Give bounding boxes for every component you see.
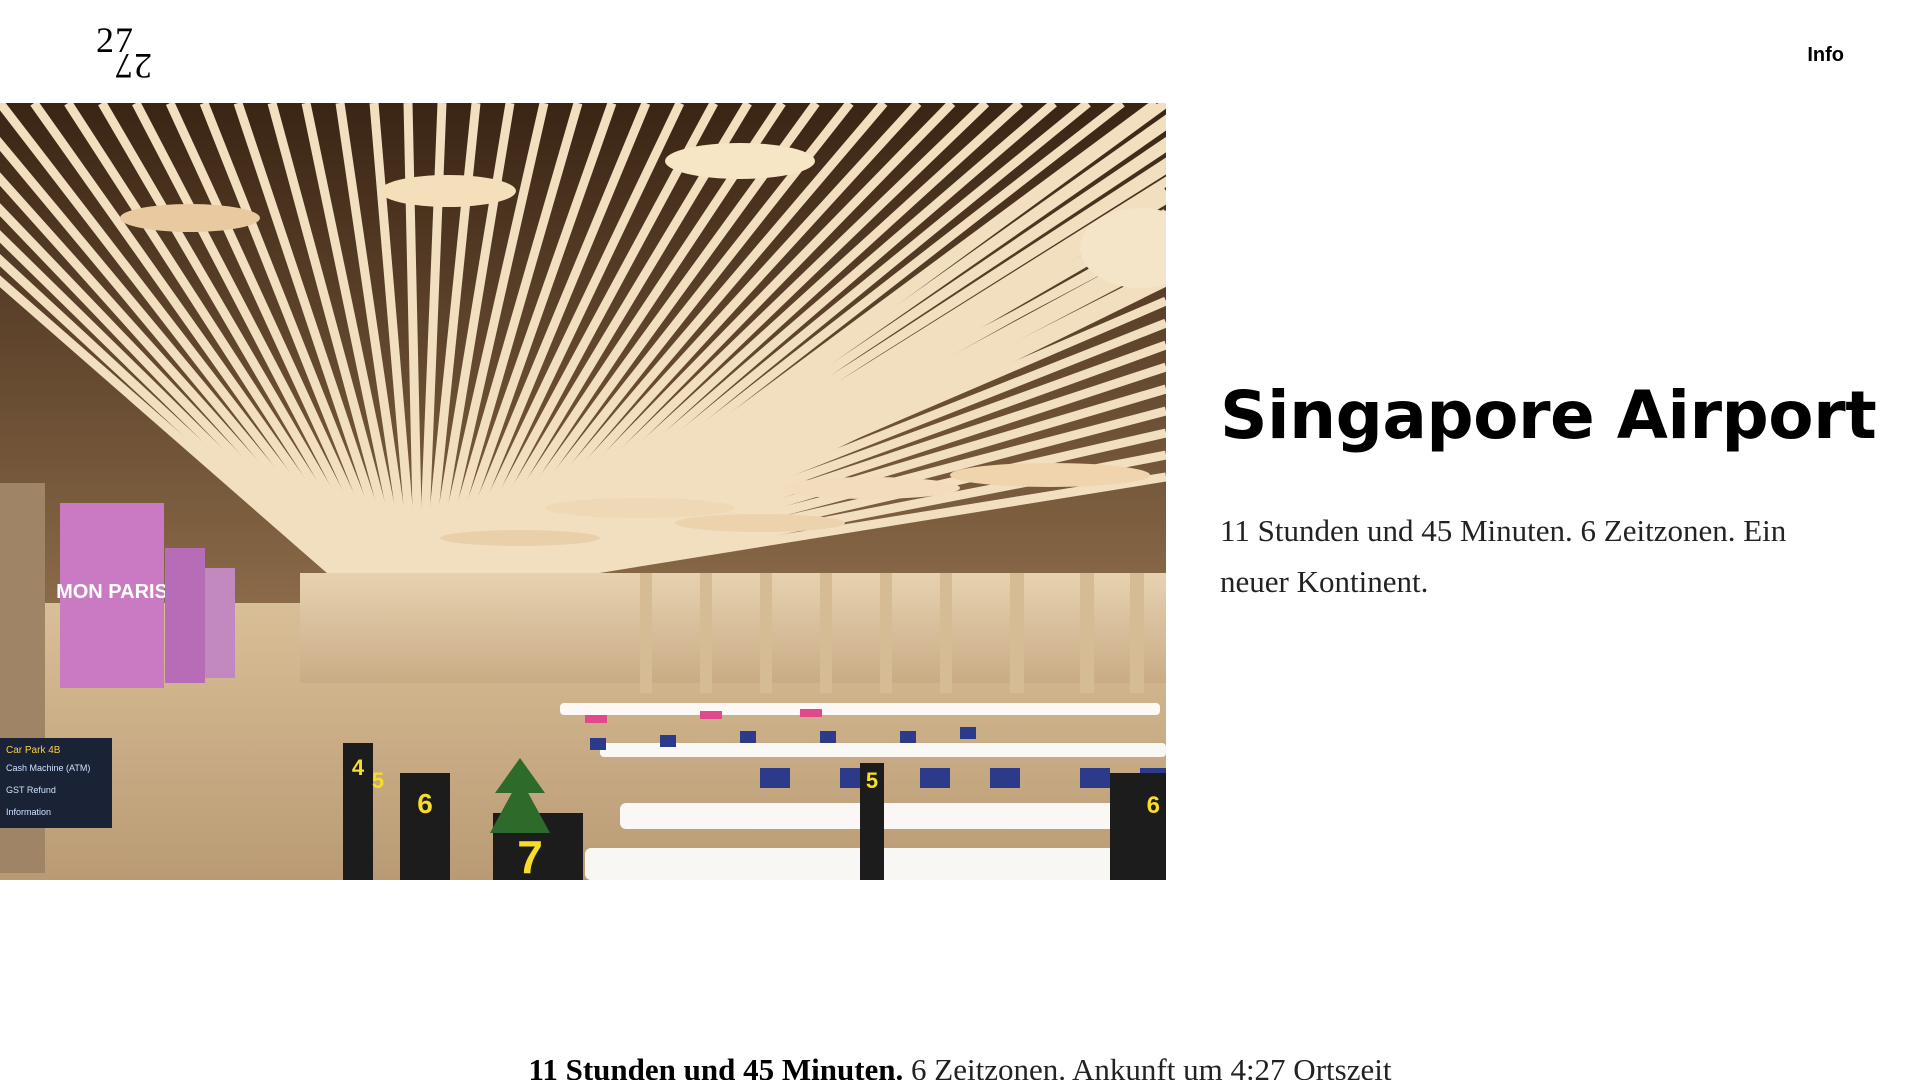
sign-information: Information [6,807,51,817]
caption-bold: 11 Stunden und 45 Minuten. [528,1052,904,1080]
billboard-text: MON PARIS [56,581,168,603]
page-description: 11 Stunden und 45 Minuten. 6 Zeitzonen. … [1220,513,1787,599]
airport-hall-illustration: MON PARIS Car Park 4B Cash Machine (ATM)… [0,103,1166,880]
sign-car-park: Car Park 4B [6,745,61,756]
logo-link[interactable]: 27 27 [96,22,166,86]
sign-cash-machine: Cash Machine (ATM) [6,763,90,773]
page-title: Singapore Airport [1220,377,1877,454]
counter-sign-7: 7 [517,831,543,880]
counter-sign-6: 6 [417,788,433,819]
hero-image: MON PARIS Car Park 4B Cash Machine (ATM)… [0,103,1166,880]
caption-rest: 6 Zeitzonen. Ankunft um 4:27 Ortszeit [903,1052,1392,1080]
info-nav-link[interactable]: Info [1807,44,1844,67]
counter-sign-5b: 5 [866,768,878,793]
image-caption: 11 Stunden und 45 Minuten. 6 Zeitzonen. … [0,1050,1920,1080]
logo-mark-bottom-rotated: 27 [114,46,152,86]
counter-sign-6b: 6 [1147,792,1160,819]
sign-gst-refund: GST Refund [6,785,56,795]
counter-sign-5: 5 [372,768,384,793]
counter-sign-4: 4 [352,755,365,780]
